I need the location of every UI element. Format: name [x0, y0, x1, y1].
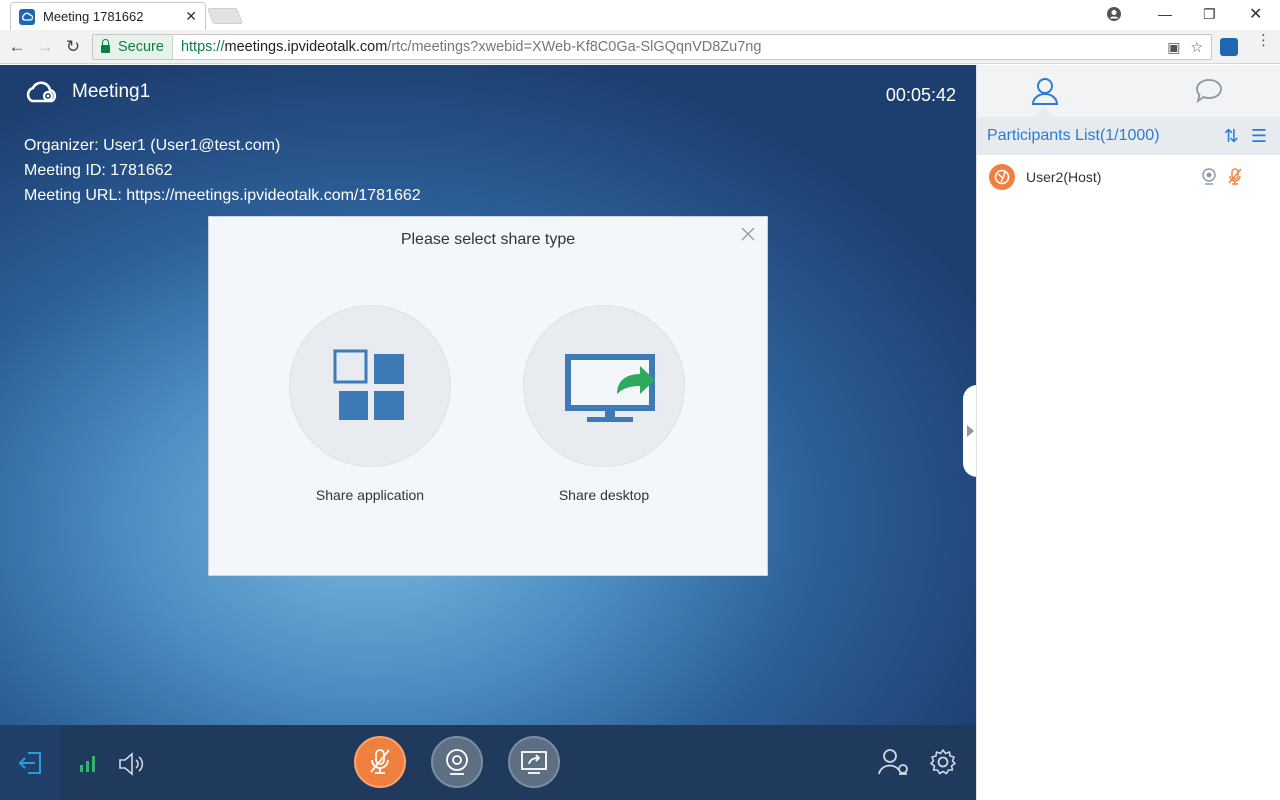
extension-icon[interactable]: [1220, 38, 1238, 56]
participants-icon: [1031, 78, 1059, 105]
secure-label: Secure: [118, 39, 164, 55]
address-bar-row: ← → ↻ Secure https://meetings.ipvideotal…: [0, 30, 1280, 64]
reload-icon[interactable]: ↻: [62, 36, 84, 58]
url-protocol: https://: [180, 39, 225, 55]
participant-row[interactable]: User2(Host): [977, 158, 1280, 196]
meeting-info: Organizer: User1 (User1@test.com) Meetin…: [24, 133, 421, 208]
window-close-icon[interactable]: ✕: [1249, 0, 1262, 28]
tab-chat[interactable]: [1191, 73, 1227, 109]
minimize-icon[interactable]: —: [1158, 0, 1172, 28]
back-icon[interactable]: ←: [6, 36, 28, 58]
screen-share-icon: [521, 751, 547, 774]
list-menu-icon[interactable]: ☰: [1251, 126, 1267, 147]
settings-gear-icon[interactable]: [929, 748, 957, 776]
url-path: /rtc/meetings?xwebid=XWeb-Kf8C0Ga-SlGQqn…: [387, 39, 762, 55]
webcam-icon: [446, 749, 468, 775]
share-desktop-label[interactable]: Share desktop: [523, 487, 685, 503]
sort-icon[interactable]: ⇅: [1224, 126, 1239, 147]
meeting-toolbar: [0, 725, 976, 800]
invite-user-icon[interactable]: [877, 748, 911, 776]
share-application-button[interactable]: [289, 305, 451, 467]
participant-browser-icon: [989, 164, 1015, 190]
share-desktop-option[interactable]: Share desktop: [523, 305, 685, 503]
meeting-id-text: Meeting ID: 1781662: [24, 162, 173, 179]
exit-icon: [18, 751, 41, 774]
participants-header: Participants List(1/1000) ⇅ ☰: [977, 117, 1280, 155]
panel-tabs: [977, 65, 1280, 127]
participant-mic-muted-icon[interactable]: [1227, 168, 1243, 186]
meeting-timer: 00:05:42: [885, 85, 956, 105]
lock-icon: [101, 39, 110, 53]
dialog-close-icon[interactable]: [739, 225, 757, 243]
meeting-url-text: Meeting URL: https://meetings.ipvideotal…: [24, 187, 421, 204]
participants-panel: Participants List(1/1000) ⇅ ☰ User2(Host…: [976, 65, 1280, 800]
browser-menu-icon[interactable]: ⋮: [1256, 33, 1271, 48]
camera-button[interactable]: [431, 736, 483, 788]
new-tab-button[interactable]: [207, 8, 243, 24]
organizer-text: Organizer: User1 (User1@test.com): [24, 137, 281, 154]
share-application-option[interactable]: Share application: [289, 305, 451, 503]
share-desktop-button[interactable]: [523, 305, 685, 467]
chat-bubble-icon: [1196, 79, 1222, 104]
secure-indicator[interactable]: Secure: [93, 35, 173, 59]
bookmark-star-icon[interactable]: ☆: [1190, 39, 1203, 56]
mute-microphone-button[interactable]: [354, 736, 406, 788]
profile-icon[interactable]: [1106, 0, 1122, 28]
participants-title: Participants List(1/1000): [987, 127, 1160, 144]
url-bar[interactable]: Secure https://meetings.ipvideotalk.com/…: [92, 34, 1212, 60]
forward-icon[interactable]: →: [34, 36, 56, 58]
signal-strength-icon[interactable]: [79, 755, 97, 773]
url-host: meetings.ipvideotalk.com: [224, 39, 388, 55]
participant-name: User2(Host): [1026, 169, 1102, 185]
speaker-volume-icon[interactable]: [118, 752, 146, 776]
restore-icon[interactable]: ❐: [1203, 0, 1216, 28]
share-application-icon: [333, 349, 404, 420]
close-tab-icon[interactable]: ✕: [185, 8, 197, 25]
url-text[interactable]: https://meetings.ipvideotalk.com/rtc/mee…: [173, 39, 761, 55]
share-type-dialog: Please select share type Share applicati…: [208, 216, 768, 576]
browser-tab[interactable]: Meeting 1781662 ✕: [10, 2, 206, 30]
meeting-stage: Meeting1 00:05:42 Organizer: User1 (User…: [0, 65, 976, 800]
screen-share-button[interactable]: [508, 736, 560, 788]
dialog-title: Please select share type: [400, 231, 576, 248]
camera-blocked-icon[interactable]: ▣: [1167, 39, 1180, 56]
cloud-logo-icon: [26, 81, 57, 103]
meeting-title: Meeting1: [72, 81, 151, 102]
browser-tab-title: Meeting 1781662: [43, 9, 144, 24]
share-application-label[interactable]: Share application: [289, 487, 451, 503]
ipvt-favicon-icon: [19, 8, 35, 25]
share-desktop-icon: [565, 354, 655, 422]
leave-meeting-button[interactable]: [0, 725, 60, 800]
participant-camera-icon[interactable]: [1201, 168, 1217, 186]
microphone-muted-icon: [370, 749, 390, 774]
browser-tab-bar: Meeting 1781662 ✕ — ❐ ✕: [0, 0, 1280, 30]
tab-participants[interactable]: [1027, 73, 1063, 109]
